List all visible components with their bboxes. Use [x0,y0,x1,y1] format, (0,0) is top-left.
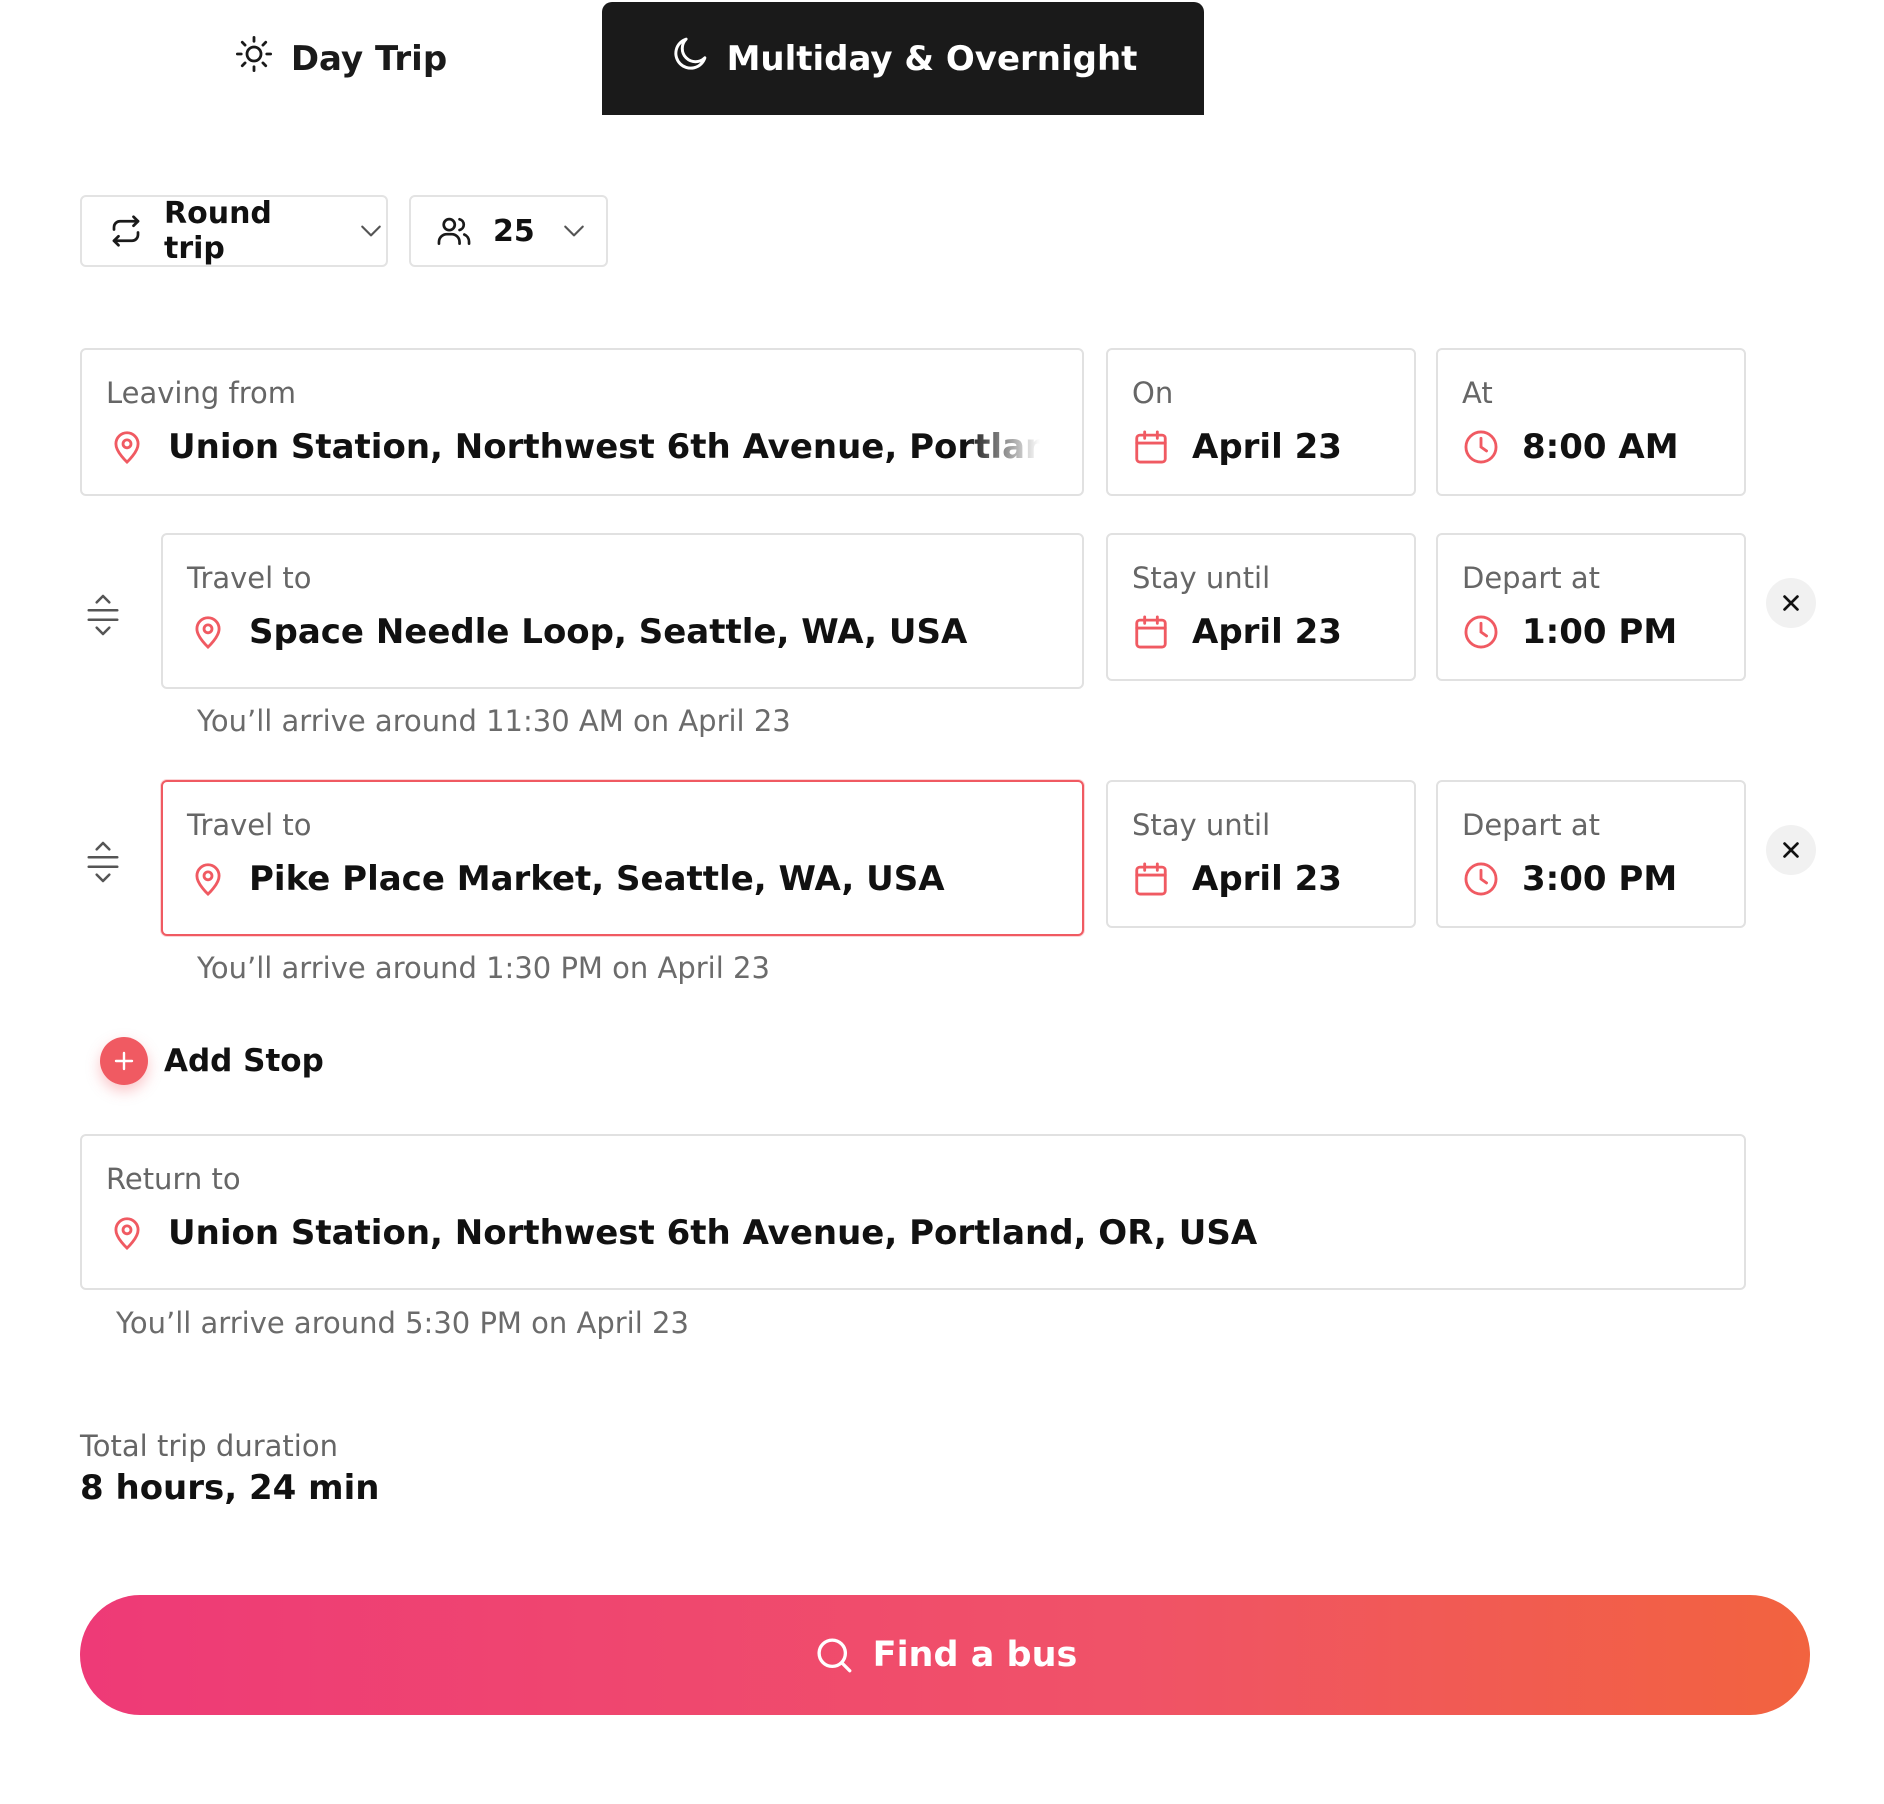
passenger-count-select[interactable]: 25 [409,195,608,267]
duration-label: Total trip duration [80,1429,338,1463]
field-label: At [1462,376,1493,410]
remove-stop-button[interactable] [1766,825,1816,875]
field-value: April 23 [1192,612,1342,652]
map-pin-icon [108,428,146,466]
chevron-down-icon [559,216,589,246]
close-icon [1780,839,1802,861]
field-label: On [1132,376,1174,410]
field-value: April 23 [1192,427,1342,467]
stop-2-depart-at-field[interactable]: Depart at 3:00 PM [1436,780,1746,928]
stop-1-location-field[interactable]: Travel to Space Needle Loop, Seattle, WA… [161,533,1084,689]
field-value: 3:00 PM [1522,859,1678,899]
tab-label: Day Trip [290,38,448,79]
field-value: April 23 [1192,859,1342,899]
field-value: Space Needle Loop, Seattle, WA, USA [249,612,968,652]
tab-day-trip[interactable]: Day Trip [80,2,600,115]
map-pin-icon [189,613,227,651]
field-value: Union Station, Northwest 6th Avenue, Por… [168,1213,1258,1253]
repeat-icon [108,213,144,249]
departure-date-field[interactable]: On April 23 [1106,348,1416,496]
field-label: Depart at [1462,808,1601,842]
add-stop-button[interactable]: Add Stop [100,1037,324,1085]
calendar-icon [1132,428,1170,466]
close-icon [1780,592,1802,614]
find-bus-button[interactable]: Find a bus [80,1595,1810,1715]
search-icon [813,1634,855,1676]
trip-type-value: Round trip [164,196,272,266]
field-label: Stay until [1132,561,1271,595]
passenger-count-value: 25 [493,213,535,249]
find-bus-label: Find a bus [872,1635,1078,1675]
map-pin-icon [108,1214,146,1252]
field-label: Depart at [1462,561,1601,595]
calendar-icon [1132,613,1170,651]
stop-2-stay-until-field[interactable]: Stay until April 23 [1106,780,1416,928]
map-pin-icon [189,860,227,898]
clock-icon [1462,613,1500,651]
plus-icon [100,1037,148,1085]
remove-stop-button[interactable] [1766,578,1816,628]
clock-icon [1462,860,1500,898]
field-label: Travel to [187,808,312,842]
leaving-from-field[interactable]: Leaving from Union Station, Northwest 6t… [80,348,1084,496]
field-value: Pike Place Market, Seattle, WA, USA [249,859,945,899]
field-label: Leaving from [106,376,296,410]
stop-2-location-field[interactable]: Travel to Pike Place Market, Seattle, WA… [161,780,1084,936]
add-stop-label: Add Stop [164,1043,324,1079]
chevron-down-icon [356,216,386,246]
stop-1-stay-until-field[interactable]: Stay until April 23 [1106,533,1416,681]
return-to-field[interactable]: Return to Union Station, Northwest 6th A… [80,1134,1746,1290]
field-label: Travel to [187,561,312,595]
field-value: 8:00 AM [1522,427,1679,467]
calendar-icon [1132,860,1170,898]
sun-icon [233,33,275,84]
return-arrival-note: You’ll arrive around 5:30 PM on April 23 [116,1306,689,1340]
tab-multiday-overnight[interactable]: Multiday & Overnight [602,2,1204,115]
clock-icon [1462,428,1500,466]
field-label: Stay until [1132,808,1271,842]
field-label: Return to [106,1162,241,1196]
duration-value: 8 hours, 24 min [80,1468,380,1508]
departure-time-field[interactable]: At 8:00 AM [1436,348,1746,496]
trip-type-select[interactable]: Round trip [80,195,388,267]
field-value: 1:00 PM [1522,612,1678,652]
field-value: Union Station, Northwest 6th Avenue, Por… [168,427,1040,467]
stop-1-arrival-note: You’ll arrive around 11:30 AM on April 2… [197,704,791,738]
drag-handle-icon[interactable] [84,838,122,886]
tab-label: Multiday & Overnight [726,38,1138,79]
users-icon [435,212,473,250]
stop-1-depart-at-field[interactable]: Depart at 1:00 PM [1436,533,1746,681]
stop-2-arrival-note: You’ll arrive around 1:30 PM on April 23 [197,951,770,985]
moon-icon [669,33,711,84]
drag-handle-icon[interactable] [84,591,122,639]
